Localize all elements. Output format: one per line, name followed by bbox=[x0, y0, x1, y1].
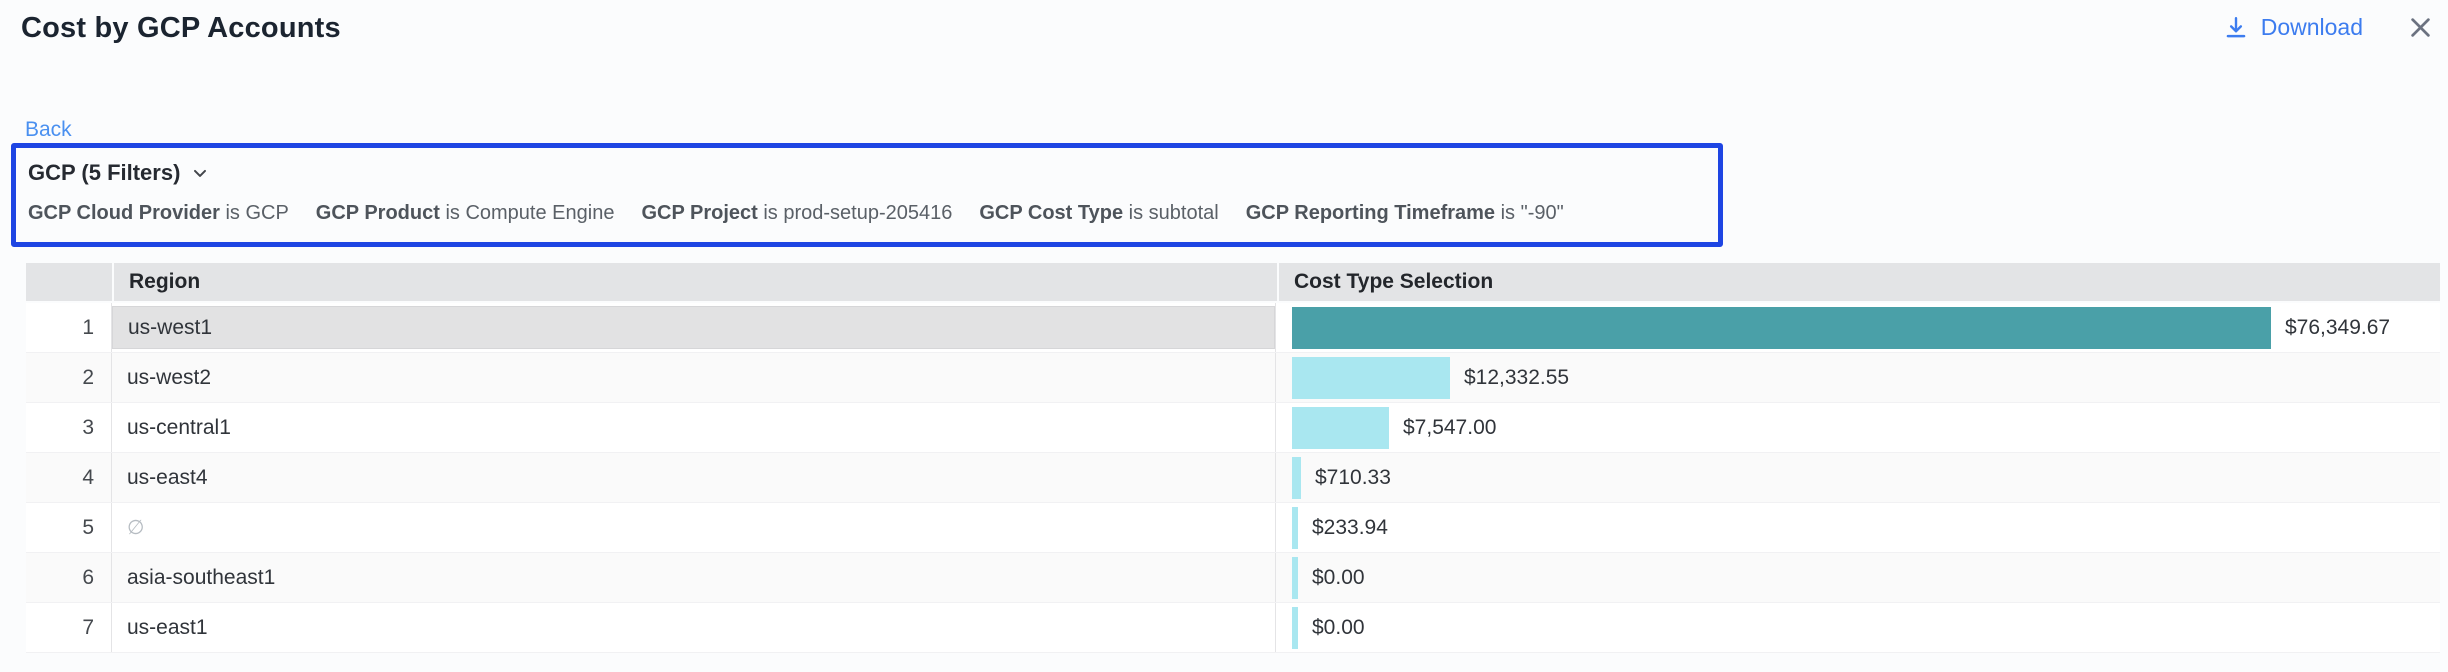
table-header-row: Region Cost Type Selection bbox=[26, 263, 2440, 301]
table-row: 3us-central1 $7,547.00 bbox=[26, 403, 2440, 453]
filter-field-name: GCP Cost Type bbox=[979, 202, 1123, 224]
cost-bar[interactable] bbox=[1292, 457, 1301, 499]
column-header-cost[interactable]: Cost Type Selection bbox=[1279, 263, 2440, 301]
cost-value: $12,332.55 bbox=[1464, 366, 1569, 390]
filter-field-name: GCP Cloud Provider bbox=[28, 202, 220, 224]
cost-cell[interactable]: $0.00 bbox=[1275, 553, 2440, 602]
cost-value: $0.00 bbox=[1312, 566, 1365, 590]
filter-field-condition: is subtotal bbox=[1129, 202, 1219, 224]
cost-value: $7,547.00 bbox=[1403, 416, 1496, 440]
filter-field-name: GCP Reporting Timeframe bbox=[1246, 202, 1495, 224]
table-row: 2us-west2 $12,332.55 bbox=[26, 353, 2440, 403]
cost-cell[interactable]: $0.00 bbox=[1275, 603, 2440, 652]
download-label: Download bbox=[2261, 14, 2363, 41]
cost-bar[interactable] bbox=[1292, 407, 1389, 449]
close-icon[interactable] bbox=[2407, 14, 2434, 41]
filter-field-condition: is prod-setup-205416 bbox=[763, 202, 952, 224]
filter-condition[interactable]: GCP Reporting Timeframe is "-90" bbox=[1246, 202, 1564, 225]
filter-box: GCP (5 Filters) GCP Cloud Provider is GC… bbox=[11, 143, 1723, 247]
table-row: 5∅ $233.94 bbox=[26, 503, 2440, 553]
cost-by-gcp-accounts-panel: { "header": { "title": "Cost by GCP Acco… bbox=[0, 0, 2448, 672]
row-index: 3 bbox=[26, 403, 112, 452]
row-index: 2 bbox=[26, 353, 112, 402]
region-null-value: ∅ bbox=[112, 506, 1275, 549]
filter-summary-label: GCP (5 Filters) bbox=[28, 160, 180, 186]
back-link[interactable]: Back bbox=[25, 118, 72, 142]
region-cell[interactable]: ∅ bbox=[112, 503, 1275, 552]
filter-list: GCP Cloud Provider is GCP GCP Product is … bbox=[28, 202, 1718, 225]
region-value: us-west2 bbox=[112, 356, 1275, 399]
column-header-index bbox=[26, 263, 112, 301]
row-index: 6 bbox=[26, 553, 112, 602]
region-cell[interactable]: us-east4 bbox=[112, 453, 1275, 502]
region-value: asia-southeast1 bbox=[112, 556, 1275, 599]
row-index: 7 bbox=[26, 603, 112, 652]
region-cell[interactable]: us-west2 bbox=[112, 353, 1275, 402]
region-value: us-east1 bbox=[112, 606, 1275, 649]
filter-field-condition: is Compute Engine bbox=[445, 202, 614, 224]
row-index: 4 bbox=[26, 453, 112, 502]
table-row: 6asia-southeast1 $0.00 bbox=[26, 553, 2440, 603]
download-button[interactable]: Download bbox=[2223, 14, 2363, 41]
cost-value: $233.94 bbox=[1312, 516, 1388, 540]
cost-bar[interactable] bbox=[1292, 307, 2271, 349]
cost-value: $0.00 bbox=[1312, 616, 1365, 640]
filter-field-name: GCP Project bbox=[641, 202, 757, 224]
cost-bar[interactable] bbox=[1292, 607, 1298, 649]
column-header-region[interactable]: Region bbox=[114, 263, 1277, 301]
filter-field-condition: is "-90" bbox=[1501, 202, 1564, 224]
row-index: 1 bbox=[26, 303, 112, 352]
page-title: Cost by GCP Accounts bbox=[21, 12, 341, 45]
top-actions: Download bbox=[2223, 14, 2434, 41]
filter-condition[interactable]: GCP Product is Compute Engine bbox=[316, 202, 615, 225]
region-cell[interactable]: asia-southeast1 bbox=[112, 553, 1275, 602]
row-index: 5 bbox=[26, 503, 112, 552]
cost-cell[interactable]: $7,547.00 bbox=[1275, 403, 2440, 452]
cost-cell[interactable]: $76,349.67 bbox=[1275, 303, 2440, 352]
download-icon bbox=[2223, 15, 2249, 41]
cost-bar[interactable] bbox=[1292, 557, 1298, 599]
cost-value: $76,349.67 bbox=[2285, 316, 2390, 340]
cost-value: $710.33 bbox=[1315, 466, 1391, 490]
filter-condition[interactable]: GCP Cloud Provider is GCP bbox=[28, 202, 289, 225]
filter-condition[interactable]: GCP Cost Type is subtotal bbox=[979, 202, 1218, 225]
filter-condition[interactable]: GCP Project is prod-setup-205416 bbox=[641, 202, 952, 225]
region-value: us-central1 bbox=[112, 406, 1275, 449]
region-cell[interactable]: us-west1 bbox=[112, 303, 1275, 352]
table-row: 1us-west1 $76,349.67 bbox=[26, 303, 2440, 353]
cost-cell[interactable]: $12,332.55 bbox=[1275, 353, 2440, 402]
cost-bar[interactable] bbox=[1292, 357, 1450, 399]
region-value: us-east4 bbox=[112, 456, 1275, 499]
table-row: 7us-east1 $0.00 bbox=[26, 603, 2440, 653]
region-cell[interactable]: us-central1 bbox=[112, 403, 1275, 452]
filter-summary-dropdown[interactable]: GCP (5 Filters) bbox=[28, 160, 210, 186]
region-cell[interactable]: us-east1 bbox=[112, 603, 1275, 652]
table-body: 1us-west1$76,349.672us-west2$12,332.553u… bbox=[26, 303, 2440, 653]
region-value: us-west1 bbox=[112, 306, 1275, 349]
cost-bar[interactable] bbox=[1292, 507, 1298, 549]
cost-cell[interactable]: $233.94 bbox=[1275, 503, 2440, 552]
filter-field-name: GCP Product bbox=[316, 202, 440, 224]
table-row: 4us-east4 $710.33 bbox=[26, 453, 2440, 503]
cost-cell[interactable]: $710.33 bbox=[1275, 453, 2440, 502]
chevron-down-icon bbox=[190, 163, 210, 183]
cost-table: Region Cost Type Selection 1us-west1 $76,… bbox=[26, 263, 2440, 653]
filter-field-condition: is GCP bbox=[225, 202, 288, 224]
